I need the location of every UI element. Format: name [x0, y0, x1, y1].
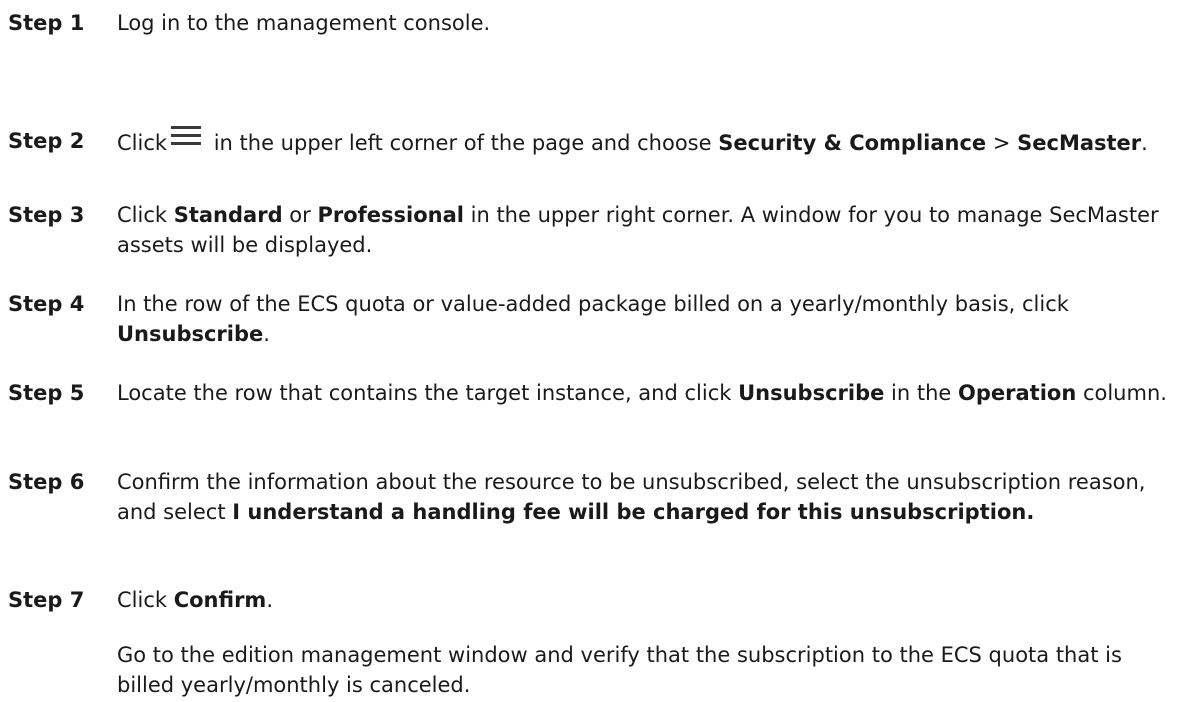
step-text-run: or — [282, 203, 318, 227]
term-standard: Standard — [173, 203, 283, 227]
step-label: Step 2 — [8, 129, 85, 153]
step-text-run: . — [1141, 131, 1148, 155]
term-professional: Professional — [317, 203, 464, 227]
step-text-run: Log in to the management console. — [117, 11, 491, 35]
step-text-run: > — [986, 131, 1018, 155]
document-body: Step 1 Log in to the management console.… — [0, 0, 1183, 702]
menu-icon — [171, 126, 202, 146]
step-text: Confirm the information about the resour… — [117, 467, 1177, 527]
term-confirm: Confirm — [173, 588, 267, 612]
step-label: Step 3 — [8, 203, 85, 227]
step-text: Click Standard or Professional in the up… — [117, 200, 1177, 260]
menu-path-secmaster: SecMaster — [1017, 131, 1142, 155]
menu-path-security-compliance: Security & Compliance — [718, 131, 987, 155]
step-text-run: . — [263, 322, 270, 346]
step-text: In the row of the ECS quota or value-add… — [117, 289, 1177, 349]
term-operation: Operation — [958, 381, 1077, 405]
term-handling-fee-acknowledgement: I understand a handling fee will be char… — [232, 500, 1035, 524]
term-unsubscribe: Unsubscribe — [738, 381, 885, 405]
step-label: Step 6 — [8, 470, 85, 494]
step-text-run: column. — [1076, 381, 1167, 405]
step-label: Step 4 — [8, 292, 85, 316]
step-text-run: in the upper left corner of the page and… — [207, 131, 719, 155]
step-label: Step 7 — [8, 588, 85, 612]
term-unsubscribe: Unsubscribe — [117, 322, 264, 346]
step-text: Click in the upper left corner of the pa… — [117, 126, 1177, 158]
step-text-run: . — [266, 588, 273, 612]
step-text: Locate the row that contains the target … — [117, 378, 1177, 408]
step-text-run: Click — [117, 131, 168, 155]
step-label: Step 1 — [8, 11, 85, 35]
step-text-run: Click — [117, 588, 174, 612]
result-note: Go to the edition management window and … — [117, 643, 1122, 697]
step-text: Click Confirm. — [117, 585, 1177, 615]
step-text: Log in to the management console. — [117, 8, 1177, 38]
step-text-run: Locate the row that contains the target … — [117, 381, 739, 405]
step-text-run: in the — [884, 381, 958, 405]
step-text-run: In the row of the ECS quota or value-add… — [117, 292, 1069, 316]
step-text-run: Click — [117, 203, 174, 227]
step-label: Step 5 — [8, 381, 85, 405]
